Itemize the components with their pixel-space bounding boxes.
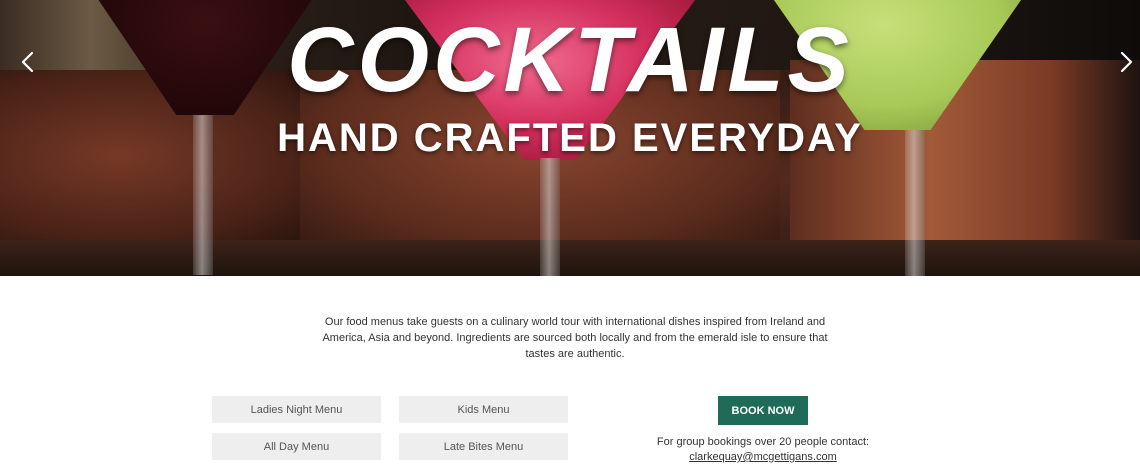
ladies-night-menu-button[interactable]: Ladies Night Menu bbox=[212, 396, 381, 423]
group-booking-note: For group bookings over 20 people contac… bbox=[656, 436, 870, 448]
intro-paragraph: Our food menus take guests on a culinary… bbox=[322, 316, 828, 360]
chevron-left-icon bbox=[21, 51, 34, 73]
glass-stem bbox=[540, 158, 560, 276]
book-now-button[interactable]: BOOK NOW bbox=[718, 396, 808, 425]
late-bites-menu-button[interactable]: Late Bites Menu bbox=[399, 433, 568, 460]
kids-menu-button[interactable]: Kids Menu bbox=[399, 396, 568, 423]
chevron-right-icon bbox=[1120, 51, 1133, 73]
hero-banner: COCKTAILS HAND CRAFTED EVERYDAY bbox=[0, 0, 1140, 276]
hero-background-floor bbox=[0, 240, 1140, 276]
hero-title: COCKTAILS bbox=[287, 9, 853, 111]
all-day-menu-button[interactable]: All Day Menu bbox=[212, 433, 381, 460]
hero-subtitle: HAND CRAFTED EVERYDAY bbox=[277, 116, 863, 160]
group-booking-email-link[interactable]: clarkequay@mcgettigans.com bbox=[620, 451, 906, 463]
carousel-next-button[interactable] bbox=[1114, 50, 1138, 74]
carousel-prev-button[interactable] bbox=[16, 50, 40, 74]
